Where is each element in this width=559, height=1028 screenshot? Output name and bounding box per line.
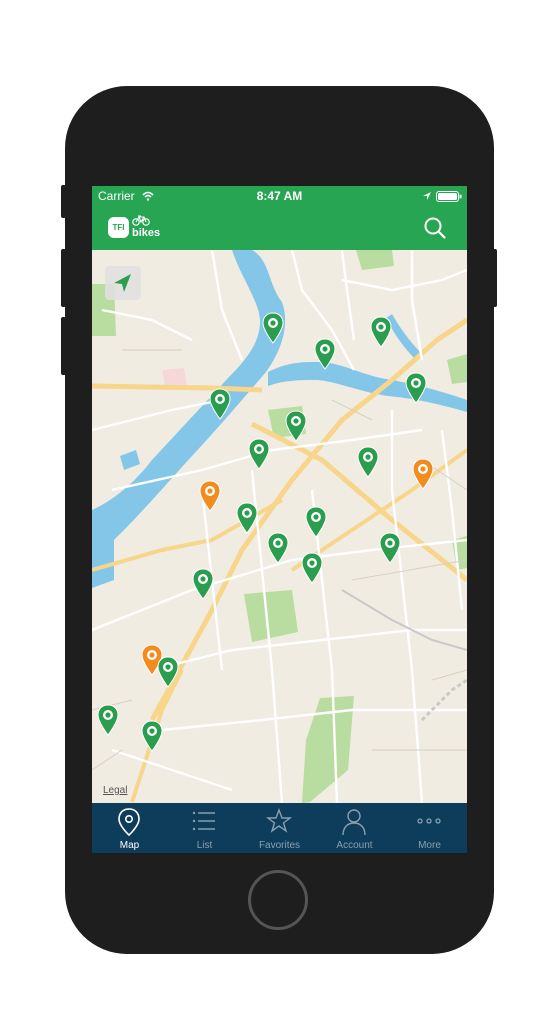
tab-account-label: Account: [336, 840, 373, 851]
station-pin-available[interactable]: [357, 446, 379, 478]
station-pin-available[interactable]: [267, 532, 289, 564]
station-pin-available[interactable]: [305, 506, 327, 538]
power-button: [492, 249, 497, 307]
station-pin-available[interactable]: [405, 372, 427, 404]
more-dots-icon: [417, 818, 441, 824]
tab-bar: Map List Favorites Account More: [92, 803, 467, 853]
station-pin-available[interactable]: [97, 704, 119, 736]
tfi-logo: TFI: [108, 217, 129, 238]
logo-bikes-text: bikes: [132, 227, 161, 239]
tab-more-label: More: [418, 840, 441, 851]
star-icon: [266, 808, 292, 833]
app-screen: Carrier 8:47 AM TFI bikes Legal Map List…: [92, 186, 467, 853]
tab-map-label: Map: [119, 840, 140, 851]
tab-list[interactable]: List: [167, 803, 242, 853]
location-services-icon: [423, 192, 431, 200]
tab-more[interactable]: More: [392, 803, 467, 853]
station-pin-available[interactable]: [248, 438, 270, 470]
station-pin-available[interactable]: [301, 552, 323, 584]
station-pin-available[interactable]: [236, 502, 258, 534]
battery-icon: [436, 191, 462, 202]
current-location-button[interactable]: [105, 266, 141, 300]
station-pin-low[interactable]: [412, 458, 434, 490]
station-pin-available[interactable]: [141, 720, 163, 752]
tab-map[interactable]: Map: [92, 803, 167, 853]
bike-icon: [132, 215, 150, 226]
volume-down-button: [61, 317, 66, 375]
station-pin-available[interactable]: [379, 532, 401, 564]
map-view[interactable]: Legal: [92, 250, 467, 803]
station-pin-available[interactable]: [370, 316, 392, 348]
map-pin-icon: [118, 808, 140, 837]
station-pin-available[interactable]: [285, 410, 307, 442]
location-arrow-icon: [114, 274, 131, 292]
station-pin-available[interactable]: [262, 312, 284, 344]
tab-list-label: List: [196, 840, 213, 851]
station-pin-available[interactable]: [209, 388, 231, 420]
list-icon: [192, 811, 215, 831]
station-pin-available[interactable]: [314, 338, 336, 370]
station-pin-low[interactable]: [199, 480, 221, 512]
station-pin-available[interactable]: [157, 656, 179, 688]
status-bar: Carrier 8:47 AM: [92, 186, 467, 206]
tab-favorites[interactable]: Favorites: [242, 803, 317, 853]
station-pin-available[interactable]: [192, 568, 214, 600]
person-icon: [342, 809, 366, 836]
legal-link[interactable]: Legal: [103, 785, 127, 796]
status-time: 8:47 AM: [256, 189, 303, 203]
volume-up-button: [61, 249, 66, 307]
tab-favorites-label: Favorites: [258, 840, 301, 851]
search-icon[interactable]: [422, 215, 448, 241]
home-button[interactable]: [248, 870, 308, 930]
tab-account[interactable]: Account: [317, 803, 392, 853]
app-header: TFI bikes: [92, 206, 467, 250]
silent-switch: [61, 185, 66, 218]
